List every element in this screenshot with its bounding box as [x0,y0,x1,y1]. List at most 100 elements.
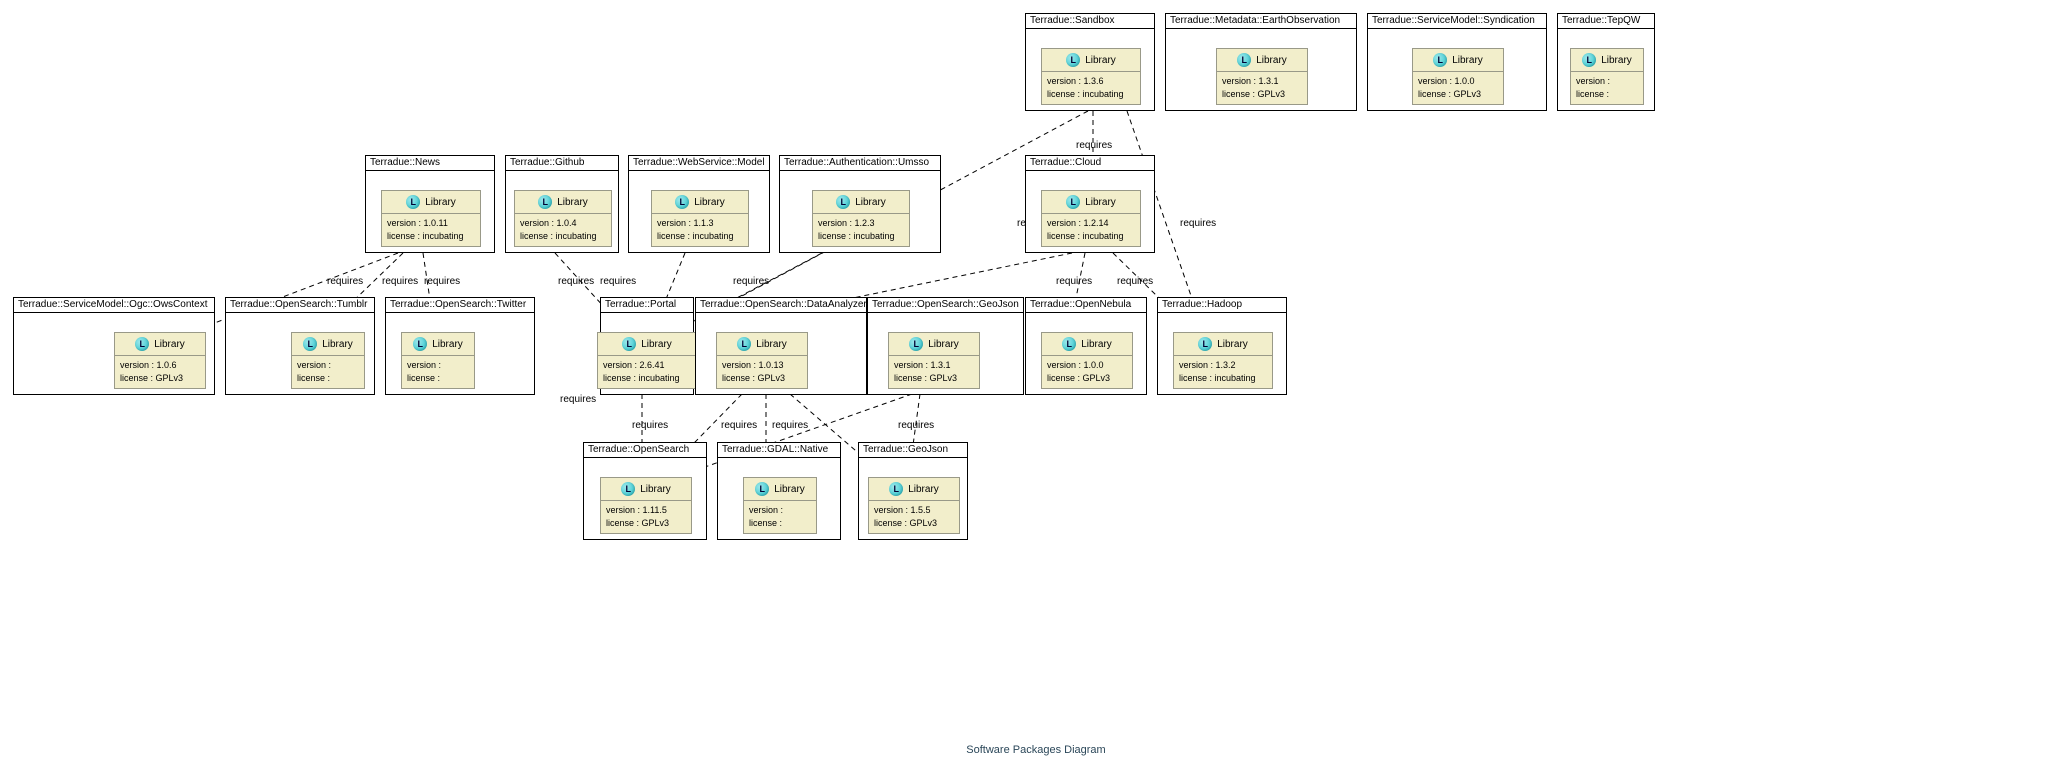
library-box[interactable]: LLibrary version : 1.0.0license : GPLv3 [1412,48,1504,105]
library-label: Library [908,484,939,495]
library-box[interactable]: LLibrary version : license : [1570,48,1644,105]
package-owscontext[interactable]: Terradue::ServiceModel::Ogc::OwsContext … [13,297,215,395]
requires-label: requires [632,420,668,431]
package-title: Terradue::Hadoop [1158,298,1286,313]
library-icon: L [413,337,427,351]
library-box[interactable]: LLibrary version : 1.5.5license : GPLv3 [868,477,960,534]
library-icon: L [909,337,923,351]
library-box[interactable]: LLibrary version : 1.3.2license : incuba… [1173,332,1273,389]
library-box[interactable]: LLibrary version : license : [743,477,817,534]
library-icon: L [675,195,689,209]
package-osgeojson[interactable]: Terradue::OpenSearch::GeoJson LLibrary v… [867,297,1024,395]
package-gdalnative[interactable]: Terradue::GDAL::Native LLibrary version … [717,442,841,540]
library-label: Library [1452,55,1483,66]
package-opennebula[interactable]: Terradue::OpenNebula LLibrary version : … [1025,297,1147,395]
package-title: Terradue::GDAL::Native [718,443,840,458]
package-title: Terradue::OpenSearch::GeoJson [868,298,1023,313]
package-title: Terradue::GeoJson [859,443,967,458]
package-title: Terradue::Authentication::Umsso [780,156,940,171]
library-box[interactable]: LLibrary version : 2.6.41license : incub… [597,332,697,389]
requires-label: requires [1076,140,1112,151]
requires-label: requires [558,276,594,287]
package-cloud[interactable]: Terradue::Cloud LLibrary version : 1.2.1… [1025,155,1155,253]
library-icon: L [303,337,317,351]
library-box[interactable]: LLibrary version : 1.3.1license : GPLv3 [888,332,980,389]
library-box[interactable]: LLibrary version : 1.11.5license : GPLv3 [600,477,692,534]
package-title: Terradue::OpenNebula [1026,298,1146,313]
library-icon: L [1062,337,1076,351]
requires-label: requires [1056,276,1092,287]
library-label: Library [1601,55,1632,66]
library-icon: L [406,195,420,209]
library-icon: L [1237,53,1251,67]
library-icon: L [621,482,635,496]
package-title: Terradue::Cloud [1026,156,1154,171]
package-dataanalyzer[interactable]: Terradue::OpenSearch::DataAnalyzer L Libr… [695,297,867,395]
library-box[interactable]: LLibrary version : 1.2.3license : incuba… [812,190,910,247]
package-portal[interactable]: Terradue::Portal LLibrary version : 2.6.… [600,297,694,395]
library-label: Library [855,197,886,208]
package-title: Terradue::News [366,156,494,171]
requires-label: requires [772,420,808,431]
requires-label: requires [721,420,757,431]
library-box[interactable]: LLibrary version : 1.3.1license : GPLv3 [1216,48,1308,105]
library-icon: L [622,337,636,351]
requires-label: requires [327,276,363,287]
library-icon: L [836,195,850,209]
library-label: Library [694,197,725,208]
library-box[interactable]: LLibrary version : 1.3.6license : incuba… [1041,48,1141,105]
package-title: Terradue::OpenSearch::DataAnalyzer [696,298,866,313]
library-box[interactable]: LLibrary version : 1.0.4license : incuba… [514,190,612,247]
library-label: Library [1217,339,1248,350]
requires-label: requires [733,276,769,287]
library-box[interactable]: LLibrary version : 1.2.14license : incub… [1041,190,1141,247]
library-box[interactable]: LLibrary version : 1.0.0license : GPLv3 [1041,332,1133,389]
package-title: Terradue::Sandbox [1026,14,1154,29]
package-title: Terradue::WebService::Model [629,156,769,171]
package-geojson[interactable]: Terradue::GeoJson LLibrary version : 1.5… [858,442,968,540]
library-box[interactable]: LLibrary version : 1.0.6license : GPLv3 [114,332,206,389]
library-icon: L [737,337,751,351]
library-box[interactable]: LLibrary version : 1.1.3license : incuba… [651,190,749,247]
requires-label: requires [424,276,460,287]
library-icon: L [1066,53,1080,67]
library-label: Library [557,197,588,208]
requires-label: requires [600,276,636,287]
package-news[interactable]: Terradue::News LLibrary version : 1.0.11… [365,155,495,253]
library-box[interactable]: LLibrary version : license : [291,332,365,389]
package-twitter[interactable]: Terradue::OpenSearch::Twitter LLibrary v… [385,297,535,395]
library-label: Library [640,484,671,495]
library-icon: L [538,195,552,209]
package-tepqw[interactable]: Terradue::TepQW LLibrary version : licen… [1557,13,1655,111]
package-sandbox[interactable]: Terradue::Sandbox LLibrary version : 1.3… [1025,13,1155,111]
library-icon: L [135,337,149,351]
library-box[interactable]: LLibrary version : 1.0.11license : incub… [381,190,481,247]
package-title: Terradue::Github [506,156,618,171]
library-box[interactable]: LLibrary version : license : [401,332,475,389]
package-github[interactable]: Terradue::Github LLibrary version : 1.0.… [505,155,619,253]
library-box[interactable]: LLibrary version : 1.0.13license : GPLv3 [716,332,808,389]
requires-label: requires [898,420,934,431]
requires-label: requires [560,394,596,405]
library-label: Library [641,339,672,350]
library-label: Library [774,484,805,495]
requires-label: requires [1180,218,1216,229]
package-title: Terradue::OpenSearch::Tumblr [226,298,374,313]
package-opensearch[interactable]: Terradue::OpenSearch LLibrary version : … [583,442,707,540]
package-title: Terradue::OpenSearch::Twitter [386,298,534,313]
package-metadata[interactable]: Terradue::Metadata::EarthObservation LLi… [1165,13,1357,111]
package-hadoop[interactable]: Terradue::Hadoop LLibrary version : 1.3.… [1157,297,1287,395]
library-label: Library [154,339,185,350]
package-webservice[interactable]: Terradue::WebService::Model LLibrary ver… [628,155,770,253]
package-title: Terradue::ServiceModel::Syndication [1368,14,1546,29]
package-title: Terradue::Portal [601,298,693,313]
library-label: Library [1256,55,1287,66]
package-tumblr[interactable]: Terradue::OpenSearch::Tumblr LLibrary ve… [225,297,375,395]
library-label: Library [322,339,353,350]
package-syndication[interactable]: Terradue::ServiceModel::Syndication L Lib… [1367,13,1547,111]
library-label: Library [756,339,787,350]
library-icon: L [1582,53,1596,67]
package-umsso[interactable]: Terradue::Authentication::Umsso L Library… [779,155,941,253]
package-title: Terradue::OpenSearch [584,443,706,458]
library-icon: L [1433,53,1447,67]
